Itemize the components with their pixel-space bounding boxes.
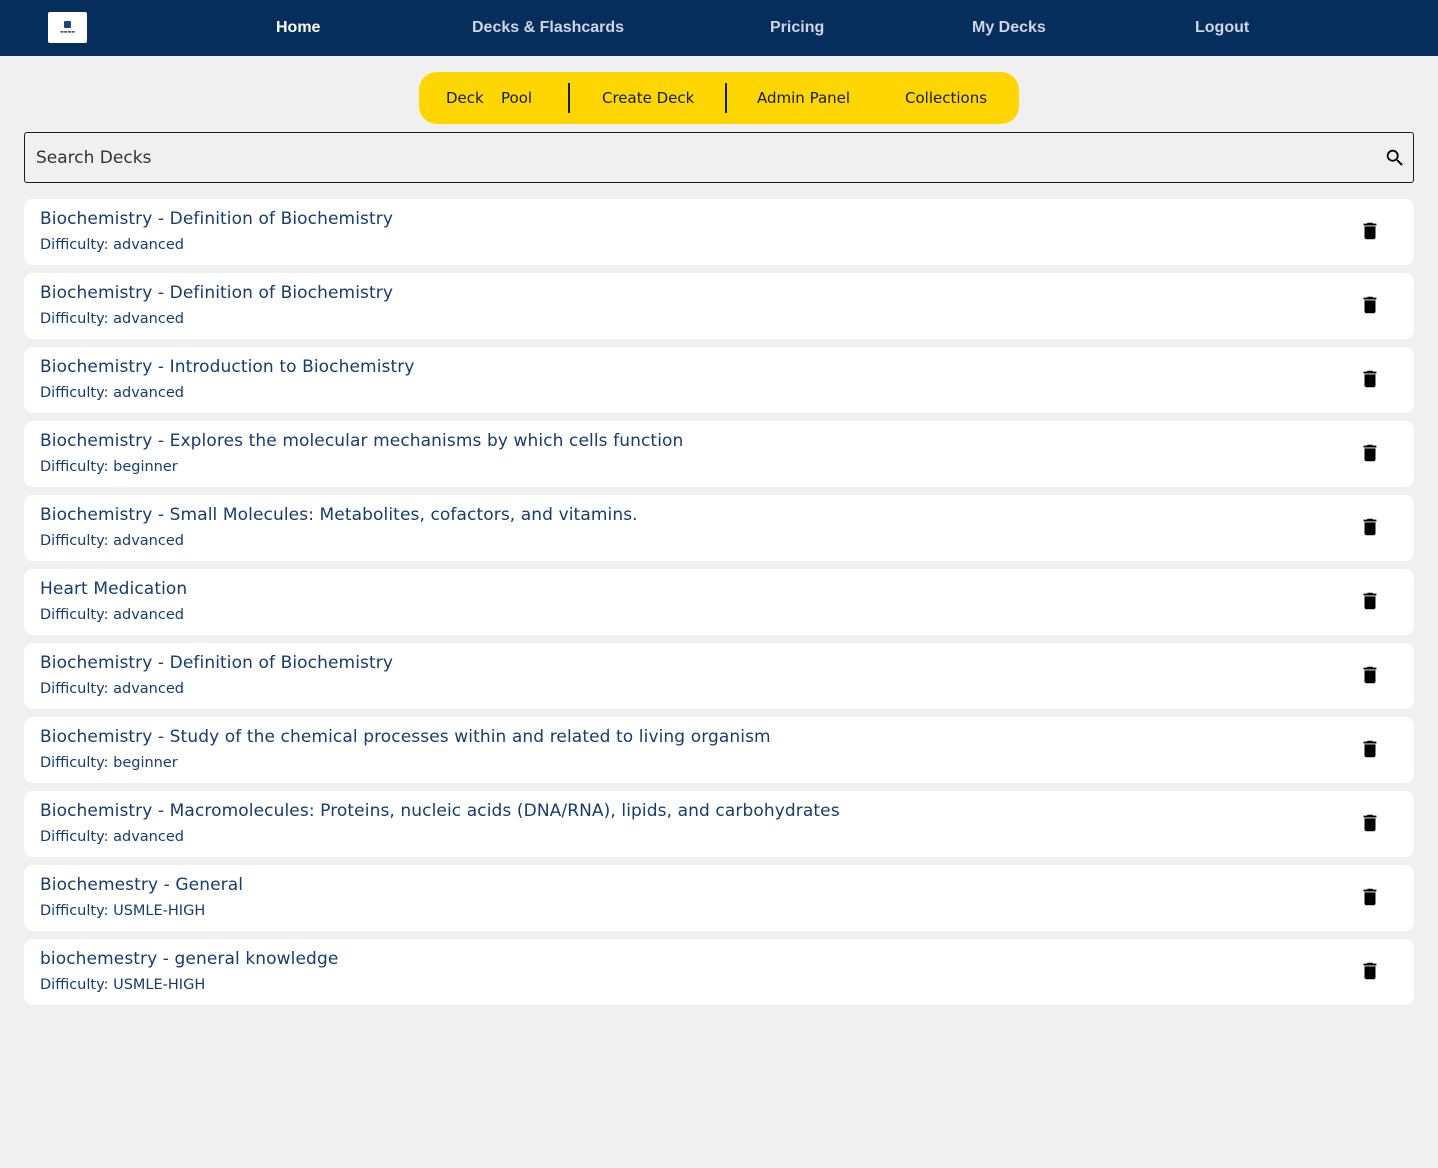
deck-title: Biochemistry - Small Molecules: Metaboli… <box>40 505 638 525</box>
tab-collections[interactable]: Collections <box>905 72 987 124</box>
subnav-divider <box>568 83 570 113</box>
deck-difficulty: Difficulty: beginner <box>40 755 178 771</box>
deck-card[interactable]: Biochemistry - Macromolecules: Proteins,… <box>24 791 1414 857</box>
deck-difficulty: Difficulty: advanced <box>40 237 184 253</box>
deck-card[interactable]: Biochemistry - Study of the chemical pro… <box>24 717 1414 783</box>
deck-difficulty: Difficulty: USMLE-HIGH <box>40 977 206 993</box>
deck-card[interactable]: biochemestry - general knowledge Difficu… <box>24 939 1414 1005</box>
trash-icon[interactable] <box>1359 368 1381 390</box>
deck-difficulty: Difficulty: advanced <box>40 681 184 697</box>
search-bar <box>24 132 1414 183</box>
deck-difficulty: Difficulty: beginner <box>40 459 178 475</box>
trash-icon[interactable] <box>1359 590 1381 612</box>
tab-deck-pool-pool[interactable]: Pool <box>501 72 532 124</box>
trash-icon[interactable] <box>1359 738 1381 760</box>
deck-card[interactable]: Biochemistry - Small Molecules: Metaboli… <box>24 495 1414 561</box>
tab-create-deck[interactable]: Create Deck <box>602 72 694 124</box>
top-navigation-bar: ▬▬▬▬ Home Decks & Flashcards Pricing My … <box>0 0 1438 56</box>
tab-deck-pool-deck[interactable]: Deck <box>446 72 484 124</box>
deck-difficulty: Difficulty: advanced <box>40 607 184 623</box>
trash-icon[interactable] <box>1359 220 1381 242</box>
nav-pricing-link[interactable]: Pricing <box>770 0 824 56</box>
nav-my-decks-link[interactable]: My Decks <box>972 0 1046 56</box>
deck-difficulty: Difficulty: advanced <box>40 311 184 327</box>
trash-icon[interactable] <box>1359 886 1381 908</box>
trash-icon[interactable] <box>1359 960 1381 982</box>
trash-icon[interactable] <box>1359 294 1381 316</box>
trash-icon[interactable] <box>1359 442 1381 464</box>
subnav-divider <box>725 83 727 113</box>
deck-title: Biochemistry - Definition of Biochemistr… <box>40 209 393 229</box>
tab-admin-panel[interactable]: Admin Panel <box>757 72 850 124</box>
deck-difficulty: Difficulty: advanced <box>40 829 184 845</box>
logo-emblem-icon <box>64 21 71 28</box>
deck-card[interactable]: Biochemistry - Definition of Biochemistr… <box>24 643 1414 709</box>
deck-card[interactable]: Biochemistry - Definition of Biochemistr… <box>24 199 1414 265</box>
deck-title: Biochemistry - Introduction to Biochemis… <box>40 357 415 377</box>
deck-title: Biochemistry - Definition of Biochemistr… <box>40 283 393 303</box>
logo-wordmark: ▬▬▬▬ <box>59 29 76 34</box>
deck-difficulty: Difficulty: USMLE-HIGH <box>40 903 206 919</box>
deck-title: Biochemestry - General <box>40 875 244 895</box>
trash-icon[interactable] <box>1359 664 1381 686</box>
deck-title: Biochemistry - Definition of Biochemistr… <box>40 653 393 673</box>
nav-decks-flashcards-link[interactable]: Decks & Flashcards <box>472 0 624 56</box>
deck-title: Biochemistry - Explores the molecular me… <box>40 431 684 451</box>
deck-difficulty: Difficulty: advanced <box>40 533 184 549</box>
deck-card[interactable]: Heart Medication Difficulty: advanced <box>24 569 1414 635</box>
site-logo[interactable]: ▬▬▬▬ <box>48 12 87 43</box>
deck-difficulty: Difficulty: advanced <box>40 385 184 401</box>
deck-title: Heart Medication <box>40 579 188 599</box>
deck-title: Biochemistry - Study of the chemical pro… <box>40 727 771 747</box>
nav-home-link[interactable]: Home <box>276 0 320 56</box>
deck-list: Biochemistry - Definition of Biochemistr… <box>24 199 1414 1013</box>
deck-card[interactable]: Biochemistry - Introduction to Biochemis… <box>24 347 1414 413</box>
deck-card[interactable]: Biochemestry - General Difficulty: USMLE… <box>24 865 1414 931</box>
trash-icon[interactable] <box>1359 812 1381 834</box>
search-input[interactable] <box>36 133 1366 182</box>
deck-title: biochemestry - general knowledge <box>40 949 339 969</box>
deck-subnavigation: Deck Pool Create Deck Admin Panel Collec… <box>419 72 1019 124</box>
deck-title: Biochemistry - Macromolecules: Proteins,… <box>40 801 840 821</box>
search-icon[interactable] <box>1384 147 1406 169</box>
nav-logout-link[interactable]: Logout <box>1195 0 1249 56</box>
deck-card[interactable]: Biochemistry - Definition of Biochemistr… <box>24 273 1414 339</box>
deck-card[interactable]: Biochemistry - Explores the molecular me… <box>24 421 1414 487</box>
trash-icon[interactable] <box>1359 516 1381 538</box>
